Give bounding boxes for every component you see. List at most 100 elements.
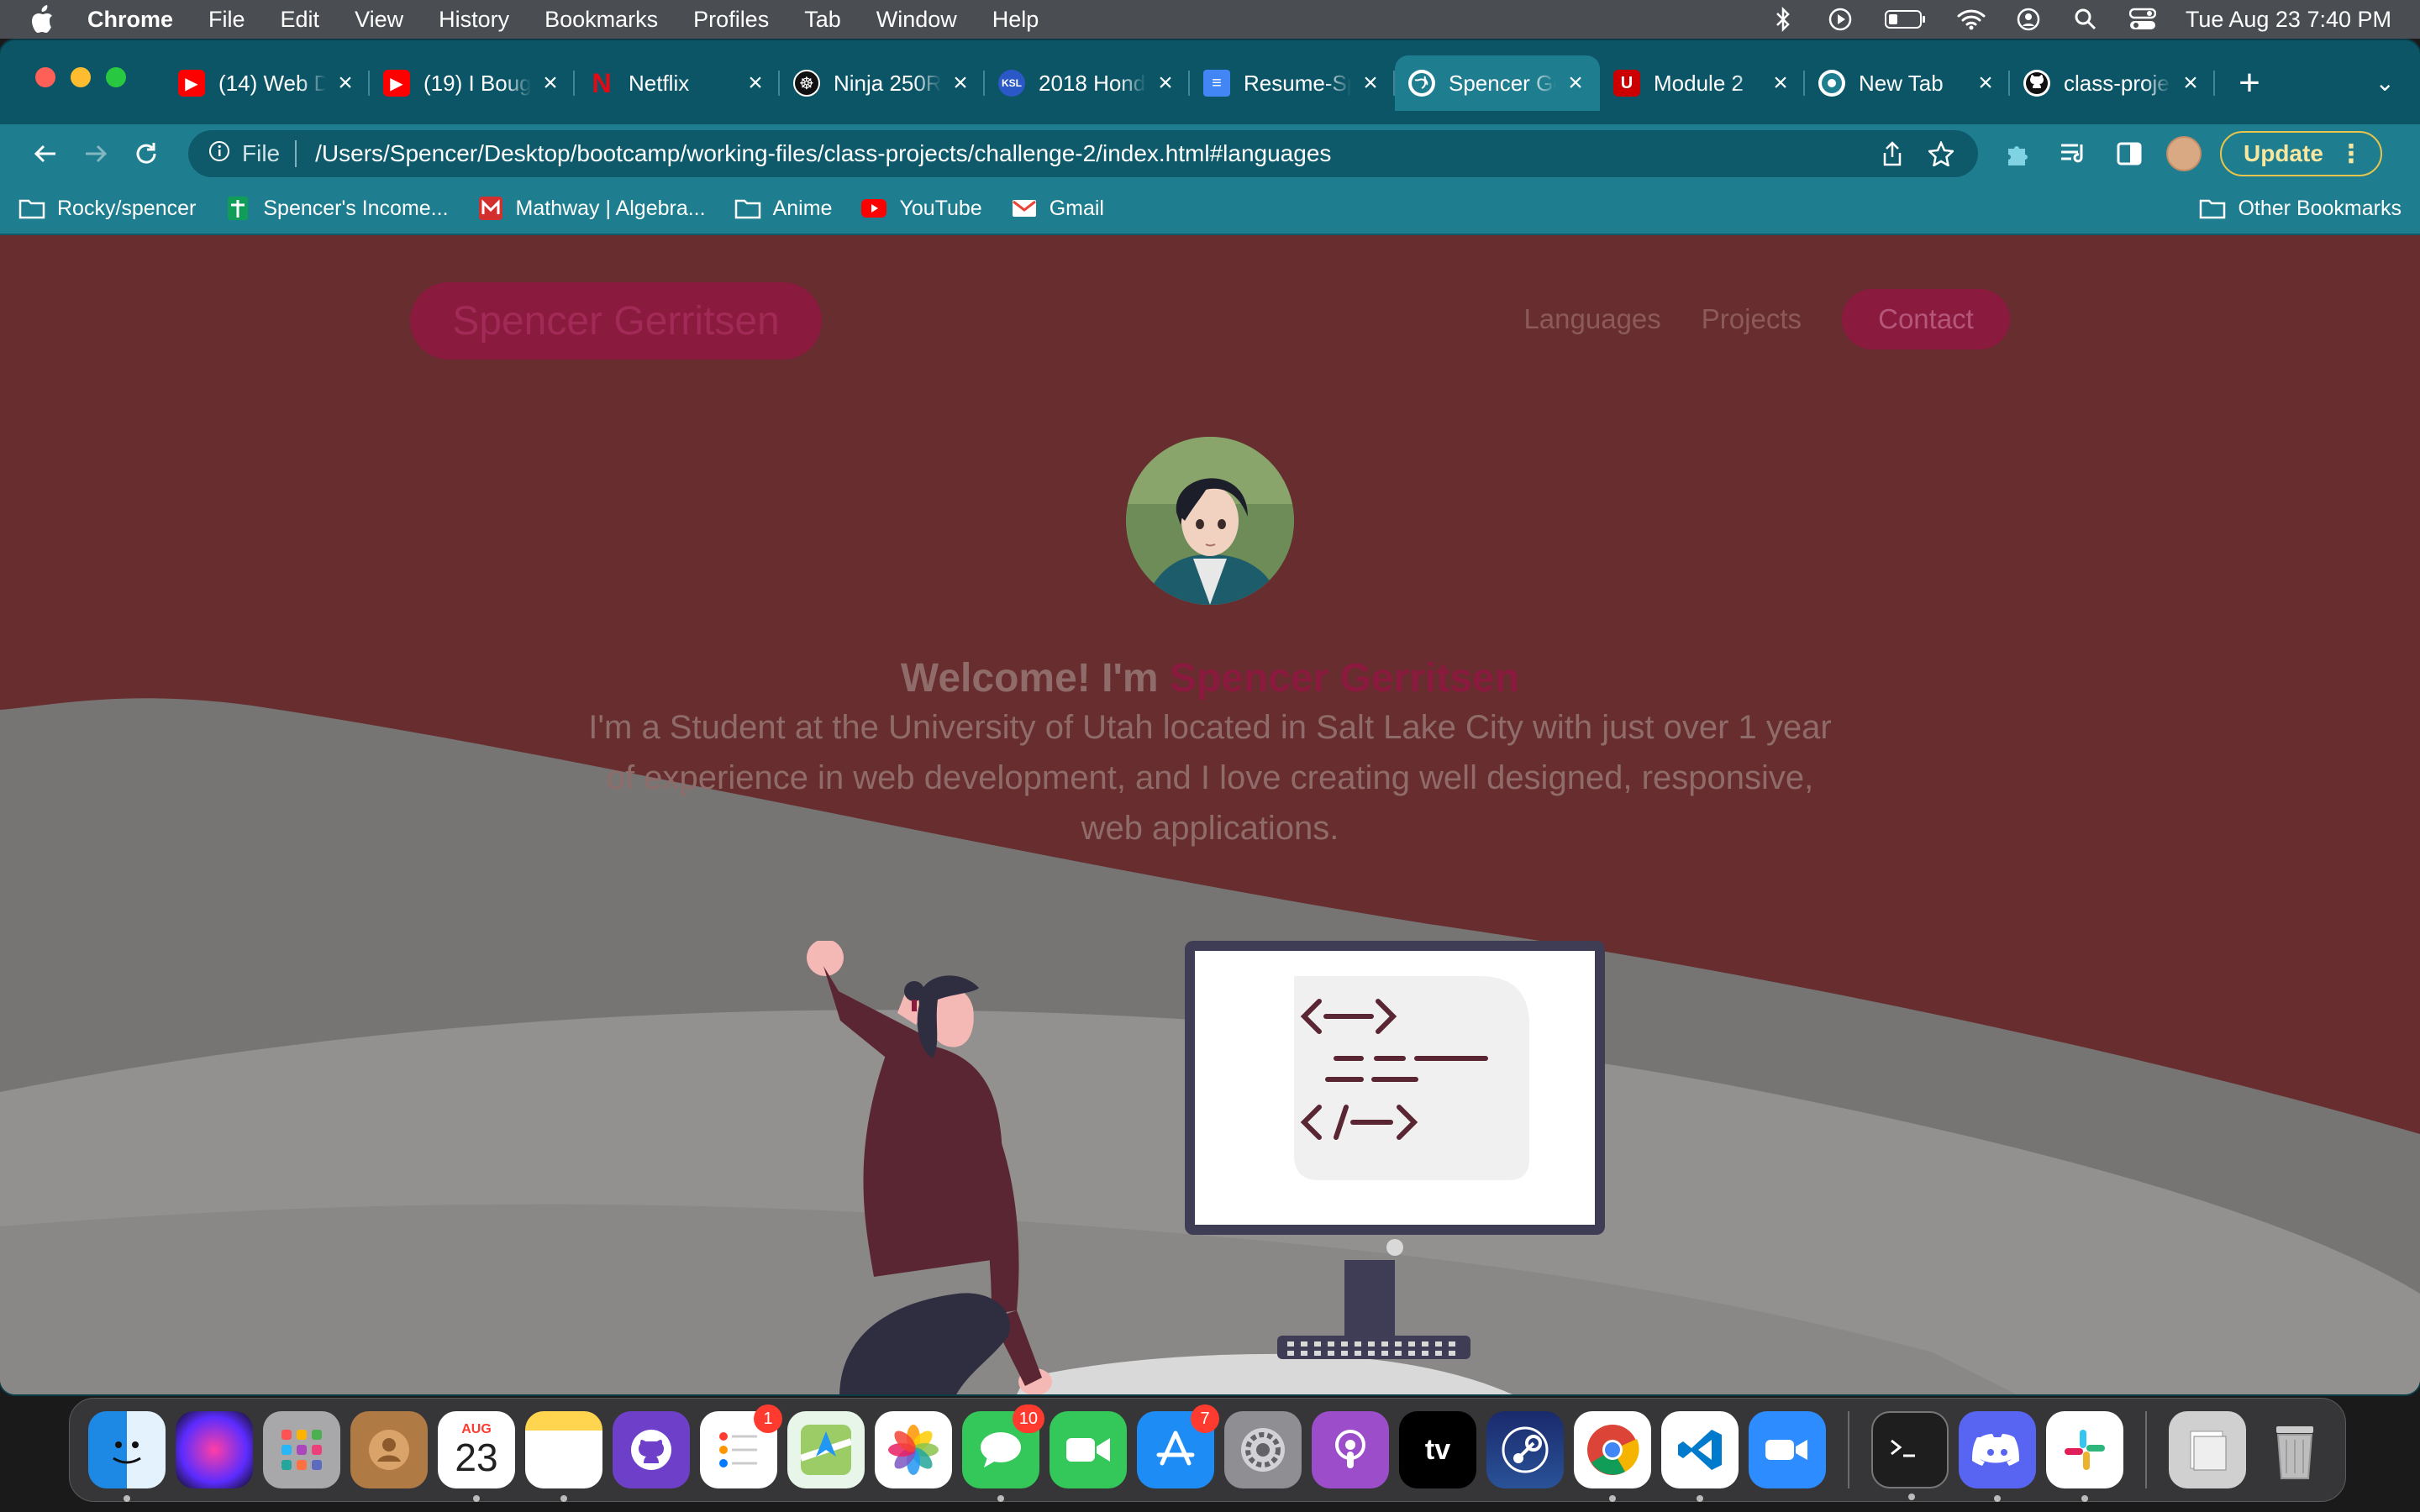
- trash-icon[interactable]: [2256, 1411, 2333, 1488]
- apple-tv-icon[interactable]: tv: [1399, 1411, 1476, 1488]
- sheets-icon: [224, 196, 251, 221]
- bookmark-mathway[interactable]: Mathway | Algebra...: [477, 196, 706, 221]
- close-tab-icon[interactable]: ×: [2180, 71, 2202, 96]
- bookmark-spencers-income[interactable]: Spencer's Income...: [224, 196, 449, 221]
- menu-tab[interactable]: Tab: [804, 7, 841, 33]
- contacts-icon[interactable]: [350, 1411, 428, 1488]
- notes-icon[interactable]: [525, 1411, 602, 1502]
- side-panel-icon[interactable]: [2111, 135, 2148, 172]
- nav-link-languages[interactable]: Languages: [1523, 303, 1660, 335]
- tab-title: (14) Web Dev: [218, 70, 326, 96]
- podcasts-icon[interactable]: [1312, 1411, 1389, 1488]
- tab-honda[interactable]: KSL 2018 Honda ×: [985, 55, 1190, 111]
- downloads-stack-icon[interactable]: [2169, 1411, 2246, 1488]
- menu-bookmarks[interactable]: Bookmarks: [544, 7, 658, 33]
- steam-icon[interactable]: [1486, 1411, 1564, 1488]
- share-icon[interactable]: [1876, 137, 1909, 171]
- wifi-icon[interactable]: [1957, 5, 1986, 34]
- info-icon[interactable]: [208, 140, 230, 168]
- menu-history[interactable]: History: [439, 7, 509, 33]
- spotlight-search-icon[interactable]: [2071, 5, 2100, 34]
- menu-chrome[interactable]: Chrome: [87, 7, 173, 33]
- app-store-icon[interactable]: 7: [1137, 1404, 1219, 1488]
- menu-profiles[interactable]: Profiles: [693, 7, 769, 33]
- menu-edit[interactable]: Edit: [281, 7, 320, 33]
- control-center-icon[interactable]: [2128, 5, 2157, 34]
- terminal-icon[interactable]: [1871, 1411, 1949, 1500]
- messages-icon[interactable]: 10: [962, 1404, 1044, 1502]
- close-tab-icon[interactable]: ×: [1975, 71, 1996, 96]
- other-bookmarks[interactable]: Other Bookmarks: [2199, 196, 2402, 221]
- facetime-icon[interactable]: [1050, 1411, 1127, 1488]
- zoom-icon[interactable]: [1749, 1411, 1826, 1488]
- site-brand-link[interactable]: Spencer Gerritsen: [410, 282, 822, 360]
- address-bar[interactable]: File /Users/Spencer/Desktop/bootcamp/wor…: [188, 130, 1978, 177]
- menu-view[interactable]: View: [355, 7, 403, 33]
- profile-avatar[interactable]: [2166, 136, 2202, 171]
- tab-web-dev[interactable]: ▶ (14) Web Dev ×: [165, 55, 370, 111]
- back-button[interactable]: [20, 129, 71, 179]
- github-icon: [2023, 70, 2050, 97]
- close-tab-icon[interactable]: ×: [744, 71, 766, 96]
- nav-link-projects[interactable]: Projects: [1702, 303, 1802, 335]
- tab-class-projects[interactable]: class-projects ×: [2010, 55, 2215, 111]
- tab-new-tab[interactable]: New Tab ×: [1805, 55, 2010, 111]
- new-tab-button[interactable]: +: [2222, 55, 2277, 111]
- system-preferences-icon[interactable]: [1224, 1411, 1302, 1488]
- close-tab-icon[interactable]: ×: [1360, 71, 1381, 96]
- close-window-button[interactable]: [35, 67, 55, 87]
- close-tab-icon[interactable]: ×: [1155, 71, 1176, 96]
- nav-contact-button[interactable]: Contact: [1842, 289, 2010, 349]
- vscode-icon[interactable]: [1661, 1411, 1739, 1502]
- close-tab-icon[interactable]: ×: [1770, 71, 1791, 96]
- forward-button[interactable]: [71, 129, 121, 179]
- battery-icon[interactable]: [1883, 5, 1928, 34]
- media-controls-icon[interactable]: [2055, 135, 2092, 172]
- extensions-puzzle-icon[interactable]: [2000, 135, 2037, 172]
- menu-help[interactable]: Help: [992, 7, 1039, 33]
- minimize-window-button[interactable]: [71, 67, 91, 87]
- google-chrome-icon[interactable]: [1574, 1411, 1651, 1502]
- github-desktop-icon[interactable]: [613, 1411, 690, 1488]
- apple-menu-icon[interactable]: [29, 3, 57, 36]
- bluetooth-icon[interactable]: [1769, 5, 1797, 34]
- discord-icon[interactable]: [1959, 1411, 2036, 1502]
- user-account-icon[interactable]: [2014, 5, 2043, 34]
- tab-title: Ninja 250R: [834, 70, 941, 96]
- update-button[interactable]: Update ⋮: [2220, 131, 2382, 176]
- url-text[interactable]: /Users/Spencer/Desktop/bootcamp/working-…: [315, 140, 1860, 167]
- tab-i-bought[interactable]: ▶ (19) I Bought ×: [370, 55, 575, 111]
- menu-window[interactable]: Window: [876, 7, 957, 33]
- tab-spencer-gerritsen[interactable]: Spencer Gerritsen ×: [1395, 55, 1600, 111]
- netflix-icon: N: [592, 67, 612, 98]
- close-tab-icon[interactable]: ×: [334, 71, 356, 96]
- tab-search-chevron-icon[interactable]: ⌄: [2375, 69, 2395, 97]
- bookmark-star-icon[interactable]: [1924, 137, 1958, 171]
- tab-netflix[interactable]: N Netflix ×: [575, 55, 780, 111]
- bookmark-youtube[interactable]: YouTube: [860, 196, 982, 221]
- menu-file[interactable]: File: [208, 7, 245, 33]
- bookmark-rocky-spencer[interactable]: Rocky/spencer: [18, 196, 196, 221]
- zoom-window-button[interactable]: [106, 67, 126, 87]
- launchpad-icon[interactable]: [263, 1411, 340, 1488]
- reload-button[interactable]: [121, 129, 171, 179]
- bookmark-anime[interactable]: Anime: [734, 196, 832, 221]
- bookmark-label: Rocky/spencer: [57, 196, 197, 220]
- slack-icon[interactable]: [2046, 1411, 2123, 1502]
- close-tab-icon[interactable]: ×: [950, 71, 971, 96]
- photos-icon[interactable]: [875, 1411, 952, 1488]
- finder-icon[interactable]: [88, 1411, 166, 1502]
- page-viewport: Spencer Gerritsen Languages Projects Con…: [0, 235, 2420, 1394]
- now-playing-icon[interactable]: [1826, 5, 1854, 34]
- maps-icon[interactable]: [787, 1411, 865, 1488]
- close-tab-icon[interactable]: ×: [539, 71, 561, 96]
- menubar-clock[interactable]: Tue Aug 23 7:40 PM: [2186, 7, 2391, 33]
- tab-module-2[interactable]: U Module 2 ×: [1600, 55, 1805, 111]
- tab-ninja[interactable]: ☸ Ninja 250R ×: [780, 55, 985, 111]
- siri-icon[interactable]: [176, 1411, 253, 1488]
- bookmark-gmail[interactable]: Gmail: [1011, 196, 1104, 221]
- reminders-icon[interactable]: 1: [700, 1404, 782, 1488]
- calendar-icon[interactable]: AUG 23: [438, 1411, 515, 1502]
- close-tab-icon[interactable]: ×: [1565, 71, 1586, 96]
- tab-resume[interactable]: ≡ Resume-Spencer ×: [1190, 55, 1395, 111]
